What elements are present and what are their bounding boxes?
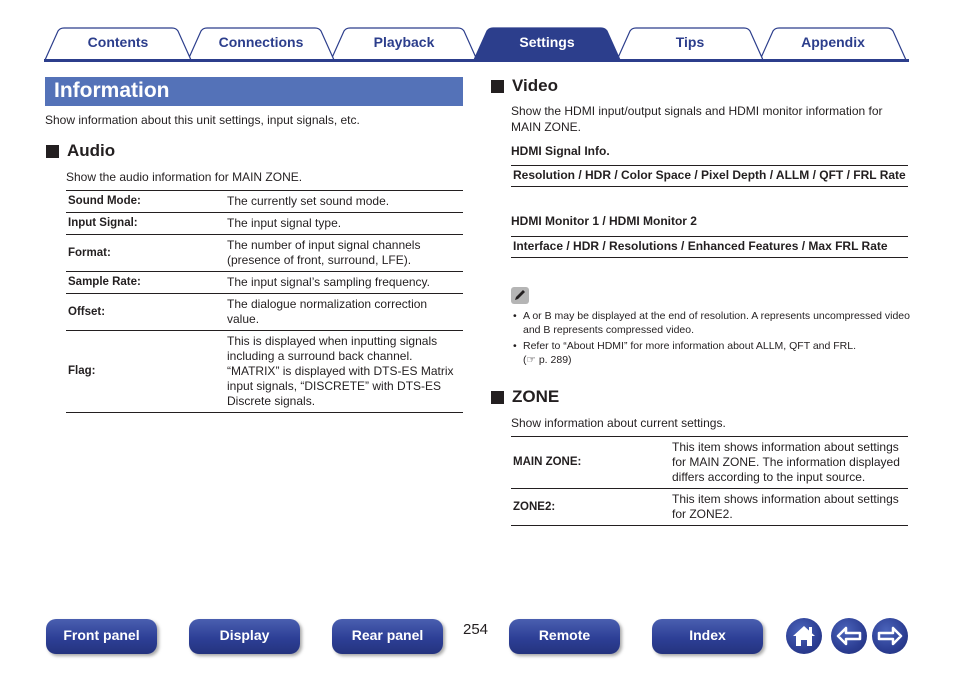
tab-label: Appendix	[801, 34, 865, 50]
hdmi-monitor-label: HDMI Monitor 1 / HDMI Monitor 2	[511, 214, 697, 228]
video-heading: Video	[491, 76, 558, 96]
video-notes: A or B may be displayed at the end of re…	[511, 309, 911, 369]
back-arrow-icon	[836, 626, 862, 646]
button-label: Index	[689, 627, 726, 643]
row-value: The number of input signal channels (pre…	[225, 234, 463, 272]
page-title-bar: Information	[45, 77, 463, 106]
video-description: Show the HDMI input/output signals and H…	[511, 104, 883, 134]
row-key: Sound Mode:	[66, 190, 225, 213]
tab-connections[interactable]: Connections	[187, 27, 335, 60]
note-item: A or B may be displayed at the end of re…	[511, 309, 911, 337]
table-row: Format: The number of input signal channe…	[66, 234, 463, 272]
rear-panel-button[interactable]: Rear panel	[332, 619, 443, 654]
front-panel-button[interactable]: Front panel	[46, 619, 157, 654]
row-key: MAIN ZONE:	[511, 436, 670, 489]
page-intro: Show information about this unit setting…	[45, 113, 360, 127]
forward-button[interactable]	[872, 618, 908, 654]
audio-heading: Audio	[46, 141, 115, 161]
note-text: Refer to “About HDMI” for more informati…	[523, 340, 857, 352]
square-bullet-icon	[491, 79, 504, 93]
page-title: Information	[54, 79, 170, 102]
tab-label: Tips	[675, 34, 705, 50]
hdmi-signal-info-label: HDMI Signal Info.	[511, 144, 610, 158]
display-button[interactable]: Display	[189, 619, 300, 654]
tab-tips[interactable]: Tips	[616, 27, 764, 60]
tab-label: Connections	[218, 34, 304, 50]
table-row: Flag: This is displayed when inputting si…	[66, 330, 463, 413]
note-text: A or B may be displayed at the end of re…	[523, 310, 910, 336]
zone-info-table: MAIN ZONE: This item shows information ab…	[511, 436, 908, 526]
row-key: Input Signal:	[66, 212, 225, 235]
tab-contents[interactable]: Contents	[44, 27, 192, 60]
row-value: This item shows information about settin…	[670, 488, 908, 526]
row-key: Offset:	[66, 293, 225, 331]
hdmi-signal-info-items: Resolution / HDR / Color Space / Pixel D…	[511, 165, 908, 187]
row-key: ZONE2:	[511, 488, 670, 526]
audio-description: Show the audio information for MAIN ZONE…	[66, 170, 303, 184]
hdmi-monitor-items: Interface / HDR / Resolutions / Enhanced…	[511, 236, 908, 258]
forward-arrow-icon	[877, 626, 903, 646]
page-reference-link[interactable]: p. 289	[539, 354, 568, 366]
square-bullet-icon	[46, 144, 59, 158]
square-bullet-icon	[491, 390, 504, 404]
table-row: ZONE2: This item shows information about …	[511, 488, 908, 526]
video-heading-text: Video	[512, 76, 558, 95]
zone-heading-text: ZONE	[512, 387, 560, 406]
row-key: Format:	[66, 234, 225, 272]
row-value: The currently set sound mode.	[225, 190, 463, 213]
row-key: Sample Rate:	[66, 271, 225, 294]
tab-label: Contents	[87, 34, 149, 50]
tab-label: Playback	[373, 34, 435, 50]
note-pencil-icon	[511, 287, 529, 304]
button-label: Remote	[538, 627, 591, 643]
button-label: Rear panel	[351, 627, 424, 643]
table-row: Offset: The dialogue normalization correc…	[66, 293, 463, 331]
row-value: This item shows information about settin…	[670, 436, 908, 489]
tab-appendix[interactable]: Appendix	[759, 27, 907, 60]
home-icon	[793, 626, 815, 646]
row-key: Flag:	[66, 330, 225, 413]
tab-settings[interactable]: Settings	[473, 27, 621, 60]
table-row: MAIN ZONE: This item shows information ab…	[511, 436, 908, 489]
page-number: 254	[463, 621, 489, 638]
remote-button[interactable]: Remote	[509, 619, 620, 654]
row-value: This is displayed when inputting signals…	[225, 330, 463, 413]
zone-description: Show information about current settings.	[511, 416, 726, 430]
reference-hand-icon: ☞	[526, 354, 536, 366]
table-row: Sample Rate: The input signal’s sampling …	[66, 271, 463, 294]
back-button[interactable]	[831, 618, 867, 654]
table-row: Sound Mode: The currently set sound mode.	[66, 190, 463, 213]
tab-label: Settings	[519, 34, 575, 50]
home-button[interactable]	[786, 618, 822, 654]
row-value: The input signal type.	[225, 212, 463, 235]
button-label: Display	[219, 627, 270, 643]
table-row: Input Signal: The input signal type.	[66, 212, 463, 235]
tab-bar-underline	[44, 59, 909, 62]
row-value: The dialogue normalization correction va…	[225, 293, 463, 331]
tab-playback[interactable]: Playback	[330, 27, 478, 60]
row-value: The input signal’s sampling frequency.	[225, 271, 463, 294]
note-item: Refer to “About HDMI” for more informati…	[511, 339, 911, 367]
zone-heading: ZONE	[491, 387, 559, 407]
audio-info-table: Sound Mode: The currently set sound mode.…	[66, 190, 463, 413]
index-button[interactable]: Index	[652, 619, 763, 654]
button-label: Front panel	[63, 627, 140, 643]
audio-heading-text: Audio	[67, 141, 116, 160]
chapter-tab-bar: Appendix Tips Playback Connections Contents …	[44, 27, 909, 62]
